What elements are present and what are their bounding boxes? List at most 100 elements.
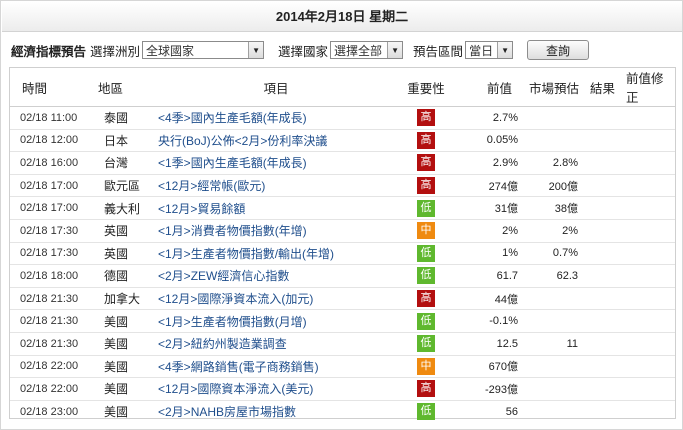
importance-badge: 低 [417, 244, 435, 262]
indicator-link[interactable]: <12月>國際資本淨流入(美元) [158, 382, 313, 396]
cell-item: 央行(BoJ)公佈<2月>份利率決議 [158, 129, 394, 153]
indicator-link[interactable]: <12月>經常帳(歐元) [158, 179, 265, 193]
indicator-link[interactable]: <2月>ZEW經濟信心指數 [158, 269, 289, 283]
col-result: 結果 [586, 68, 626, 107]
cell-result [586, 106, 626, 130]
cell-item: <12月>國際淨資本流入(加元) [158, 287, 394, 311]
cell-item: <1月>消費者物價指數(年增) [158, 219, 394, 243]
date-header: 2014年2月18日 星期二 [2, 2, 682, 32]
cell-importance: 中 [394, 355, 458, 379]
cell-item: <4季>網路銷售(電子商務銷售) [158, 355, 394, 379]
cell-item: <2月>紐約州製造業調查 [158, 332, 394, 356]
cell-importance: 低 [394, 400, 458, 423]
table-row: 02/18 23:00 美國 <2月>NAHB房屋市場指數 低 56 [10, 400, 675, 423]
cell-forecast [522, 377, 586, 401]
cell-time: 02/18 11:00 [10, 106, 98, 130]
cell-revised [626, 400, 675, 423]
cell-importance: 高 [394, 287, 458, 311]
indicator-link[interactable]: <1月>消費者物價指數(年增) [158, 224, 307, 238]
country-select[interactable]: 選擇全部 ▼ [330, 41, 404, 59]
table-row: 02/18 17:30 英國 <1月>消費者物價指數(年增) 中 2% 2% [10, 219, 675, 243]
cell-revised [626, 106, 675, 130]
cell-forecast [522, 106, 586, 130]
indicator-table-body: 02/18 11:00 泰國 <4季>國內生產毛額(年成長) 高 2.7% 02/18 1… [10, 106, 675, 423]
cell-time: 02/18 21:30 [10, 309, 98, 333]
chevron-down-icon: ▼ [387, 42, 403, 58]
cell-result [586, 377, 626, 401]
indicator-table: 時間 地區 項目 重要性 前值 市場預估 結果 前值修正 02/18 11:00… [10, 68, 675, 423]
importance-badge: 高 [417, 154, 435, 172]
cell-previous: 2% [458, 219, 522, 243]
cell-forecast: 0.7% [522, 242, 586, 266]
cell-time: 02/18 17:30 [10, 219, 98, 243]
indicator-link[interactable]: <4季>網路銷售(電子商務銷售) [158, 360, 319, 374]
cell-region: 義大利 [98, 196, 158, 220]
cell-importance: 高 [394, 106, 458, 130]
cell-previous: 2.7% [458, 106, 522, 130]
indicator-link[interactable]: <1月>生產者物價指數(月增) [158, 315, 307, 329]
cell-revised [626, 332, 675, 356]
cell-region: 美國 [104, 405, 129, 420]
table-row: 02/18 16:00 台灣 <1季>國內生產毛額(年成長) 高 2.9% 2.8% [10, 151, 675, 175]
country-label: 選擇國家 [278, 44, 329, 59]
indicator-link[interactable]: <4季>國內生產毛額(年成長) [158, 111, 307, 125]
cell-time: 02/18 12:00 [10, 129, 98, 153]
cell-revised [626, 355, 675, 379]
cell-importance: 低 [394, 309, 458, 333]
cell-result [586, 196, 626, 220]
col-revised: 前值修正 [626, 68, 675, 107]
cell-previous: -293億 [458, 377, 522, 401]
cell-item: <12月>國際資本淨流入(美元) [158, 377, 394, 401]
cell-revised [626, 242, 675, 266]
query-button[interactable]: 查詢 [527, 40, 590, 60]
cell-forecast: 2.8% [522, 151, 586, 175]
cell-previous: 31億 [458, 196, 522, 220]
cell-region: 英國 [98, 219, 158, 243]
importance-badge: 低 [417, 335, 435, 353]
indicator-link[interactable]: 央行(BoJ)公佈<2月>份利率決議 [158, 134, 327, 148]
period-select[interactable]: 當日 ▼ [465, 41, 514, 59]
cell-previous: 0.05% [458, 129, 522, 153]
cell-previous: 12.5 [458, 332, 522, 356]
indicator-link[interactable]: <12月>貿易餘額 [158, 202, 245, 216]
table-row: 02/18 17:00 義大利 <12月>貿易餘額 低 31億 38億 [10, 196, 675, 220]
cell-result [586, 219, 626, 243]
table-row: 02/18 21:30 美國 <1月>生產者物價指數(月增) 低 -0.1% [10, 309, 675, 333]
cell-revised [626, 309, 675, 333]
col-region: 地區 [98, 68, 158, 107]
cell-time: 02/18 21:30 [10, 332, 98, 356]
cell-revised [626, 219, 675, 243]
filter-bar: 經濟指標預告 選擇洲別 全球國家 ▼ 選擇國家 選擇全部 ▼ 預告區間 當日 ▼… [11, 39, 676, 61]
importance-badge: 低 [417, 199, 435, 217]
cell-revised [626, 264, 675, 288]
cell-time: 02/18 22:00 [10, 355, 98, 379]
cell-result [586, 129, 626, 153]
cell-importance: 高 [394, 377, 458, 401]
cell-region: 日本 [98, 129, 158, 153]
cell-region: 英國 [98, 242, 158, 266]
importance-badge: 高 [417, 290, 435, 308]
cell-region: 泰國 [98, 106, 158, 130]
col-importance: 重要性 [394, 68, 458, 107]
importance-badge: 中 [417, 222, 435, 240]
cell-forecast: 62.3 [522, 264, 586, 288]
importance-badge: 低 [417, 312, 435, 330]
indicator-link[interactable]: <2月>紐約州製造業調查 [158, 337, 287, 351]
cell-revised [626, 129, 675, 153]
indicator-link[interactable]: <2月>NAHB房屋市場指數 [158, 405, 296, 419]
table-row: 02/18 18:00 德國 <2月>ZEW經濟信心指數 低 61.7 62.3 [10, 264, 675, 288]
importance-badge: 中 [417, 357, 435, 375]
cell-time: 02/18 21:30 [10, 287, 98, 311]
cell-region: 加拿大 [98, 287, 158, 311]
col-time: 時間 [10, 68, 98, 107]
indicator-link[interactable]: <12月>國際淨資本流入(加元) [158, 292, 313, 306]
cell-item: <1月>生產者物價指數/輸出(年增) [158, 242, 394, 266]
indicator-link[interactable]: <1月>生產者物價指數/輸出(年增) [158, 247, 334, 261]
continent-select[interactable]: 全球國家 ▼ [142, 41, 265, 59]
indicator-link[interactable]: <1季>國內生產毛額(年成長) [158, 156, 307, 170]
importance-badge: 高 [417, 380, 435, 398]
cell-previous: 670億 [458, 355, 522, 379]
cell-result [586, 151, 626, 175]
cell-time: 02/18 23:00 [20, 405, 79, 418]
cell-region: 美國 [98, 309, 158, 333]
